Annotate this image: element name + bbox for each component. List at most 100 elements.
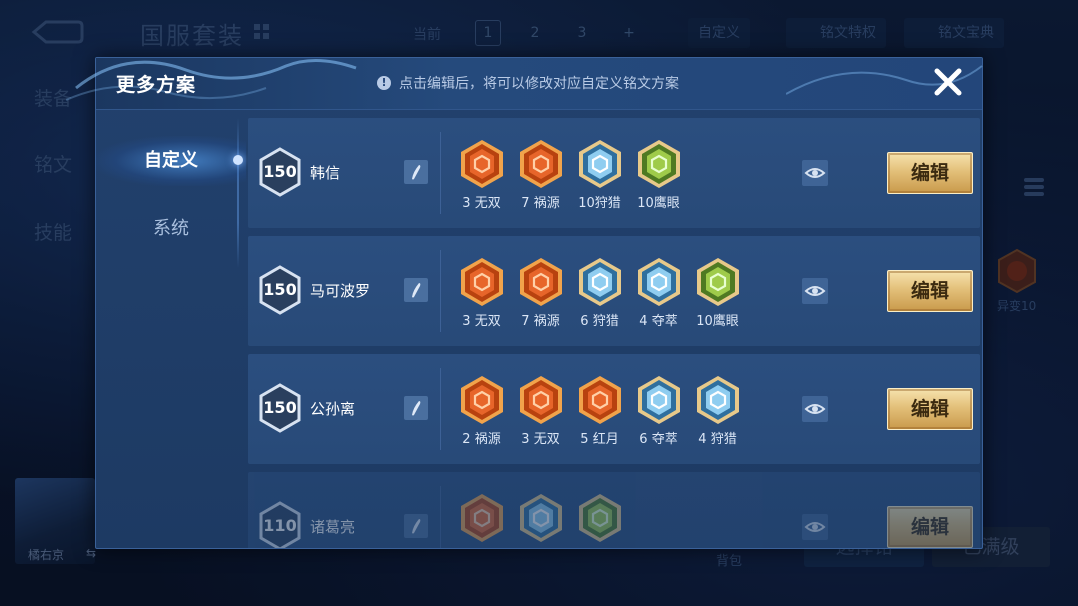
rune-slot: 2 祸源 [452, 374, 511, 447]
rune-slot: 3 无双 [452, 256, 511, 329]
rune-list [452, 492, 629, 546]
edit-button[interactable]: 编辑 [887, 388, 973, 430]
rename-button[interactable] [404, 396, 428, 420]
rune-slot [511, 492, 570, 546]
huoyuan-rune-icon [511, 256, 570, 308]
rune-slot: 5 红月 [570, 374, 629, 447]
rune-slot: 7 祸源 [511, 138, 570, 211]
eye-icon [804, 522, 826, 532]
shoulie-rune-icon [570, 256, 629, 308]
plan-list: 150 韩信 3 无双 7 祸源 10狩猎 10鹰眼 编辑 150 马可波罗 3… [248, 118, 980, 548]
rune-label: 6 狩猎 [580, 314, 619, 329]
rune-slot: 3 无双 [452, 138, 511, 211]
rune-list: 2 祸源 3 无双 5 红月 6 夺萃 4 狩猎 [452, 374, 747, 447]
hongyue-rune-icon [570, 374, 629, 426]
hero-name: 马可波罗 [310, 282, 371, 300]
rune-slot: 10鹰眼 [629, 138, 688, 211]
rune-label: 10鹰眼 [637, 196, 680, 211]
huoyuan-rune-icon [452, 374, 511, 426]
edit-button[interactable]: 编辑 [887, 152, 973, 194]
active-tab-indicator [233, 155, 243, 165]
shoulie-rune-icon [688, 374, 747, 426]
rune-slot: 4 夺萃 [629, 256, 688, 329]
pencil-icon [412, 165, 421, 180]
rune-slot [452, 492, 511, 546]
rune-label: 10狩猎 [578, 196, 621, 211]
rune-slot: 10狩猎 [570, 138, 629, 211]
duocui-rune-icon [629, 374, 688, 426]
divider [440, 486, 441, 548]
rune-level: 150 [263, 280, 297, 299]
rename-button[interactable] [404, 160, 428, 184]
hint-label: 点击编辑后，将可以修改对应自定义铭文方案 [399, 76, 679, 92]
dialog-title: 更多方案 [116, 74, 197, 96]
hint-text: ! 点击编辑后，将可以修改对应自定义铭文方案 [377, 73, 679, 93]
rune-slot: 6 夺萃 [629, 374, 688, 447]
tab-system[interactable]: 系统 [96, 204, 246, 254]
rune-slot [570, 492, 629, 546]
rune-level: 110 [263, 516, 297, 535]
rune-label: 3 无双 [521, 432, 560, 447]
eye-icon [804, 168, 826, 178]
rune-level: 150 [263, 398, 297, 417]
edit-button[interactable]: 编辑 [887, 506, 973, 548]
huoyuan-rune-icon [511, 138, 570, 190]
plan-row: 110 诸葛亮 编辑 [248, 472, 980, 548]
rune-slot: 3 无双 [511, 374, 570, 447]
wushuang-rune-icon [511, 374, 570, 426]
divider [440, 368, 441, 450]
close-icon[interactable] [930, 64, 966, 100]
rune-label: 2 祸源 [462, 432, 501, 447]
rename-button[interactable] [404, 278, 428, 302]
rename-button[interactable] [404, 514, 428, 538]
preview-button[interactable] [802, 160, 828, 186]
pencil-icon [412, 401, 421, 416]
rune-label: 3 无双 [462, 196, 501, 211]
rune-slot: 7 祸源 [511, 256, 570, 329]
wushuang-rune-icon [452, 256, 511, 308]
cloud-decoration [66, 58, 357, 101]
shoulie-rune-icon [570, 138, 629, 190]
pencil-icon [412, 519, 421, 534]
more-plans-dialog: 更多方案 ! 点击编辑后，将可以修改对应自定义铭文方案 自定义 系统 150 韩… [66, 57, 983, 549]
hero-name: 韩信 [310, 164, 341, 182]
pencil-icon [412, 283, 421, 298]
rune-label: 4 狩猎 [698, 432, 737, 447]
divider [440, 250, 441, 332]
rune-label: 4 夺萃 [639, 314, 678, 329]
preview-button[interactable] [802, 514, 828, 540]
hero-name: 公孙离 [310, 400, 356, 418]
rune-icon [511, 492, 570, 544]
rune-label: 10鹰眼 [696, 314, 739, 329]
edit-button[interactable]: 编辑 [887, 270, 973, 312]
plan-row: 150 韩信 3 无双 7 祸源 10狩猎 10鹰眼 编辑 [248, 118, 980, 228]
rune-icon [570, 492, 629, 544]
dialog-header: 更多方案 ! 点击编辑后，将可以修改对应自定义铭文方案 [66, 58, 983, 110]
eye-icon [804, 404, 826, 414]
tab-custom[interactable]: 自定义 [96, 136, 246, 186]
duocui-rune-icon [629, 256, 688, 308]
rune-slot: 6 狩猎 [570, 256, 629, 329]
rune-label: 7 祸源 [521, 314, 560, 329]
divider [440, 132, 441, 214]
yingyan-rune-icon [629, 138, 688, 190]
hero-name: 诸葛亮 [310, 518, 356, 536]
rune-label: 3 无双 [462, 314, 501, 329]
info-icon: ! [377, 76, 391, 90]
rune-list: 3 无双 7 祸源 6 狩猎 4 夺萃 10鹰眼 [452, 256, 747, 329]
eye-icon [804, 286, 826, 296]
preview-button[interactable] [802, 278, 828, 304]
wushuang-rune-icon [452, 138, 511, 190]
rune-label: 6 夺萃 [639, 432, 678, 447]
plan-row: 150 马可波罗 3 无双 7 祸源 6 狩猎 4 夺萃 10鹰眼 编辑 [248, 236, 980, 346]
yingyan-rune-icon [688, 256, 747, 308]
rune-label: 5 红月 [580, 432, 619, 447]
rune-list: 3 无双 7 祸源 10狩猎 10鹰眼 [452, 138, 688, 211]
preview-button[interactable] [802, 396, 828, 422]
rune-slot: 4 狩猎 [688, 374, 747, 447]
rune-slot: 10鹰眼 [688, 256, 747, 329]
rune-label: 7 祸源 [521, 196, 560, 211]
plan-row: 150 公孙离 2 祸源 3 无双 5 红月 6 夺萃 4 狩猎 编辑 [248, 354, 980, 464]
rune-icon [452, 492, 511, 544]
rune-level: 150 [263, 162, 297, 181]
